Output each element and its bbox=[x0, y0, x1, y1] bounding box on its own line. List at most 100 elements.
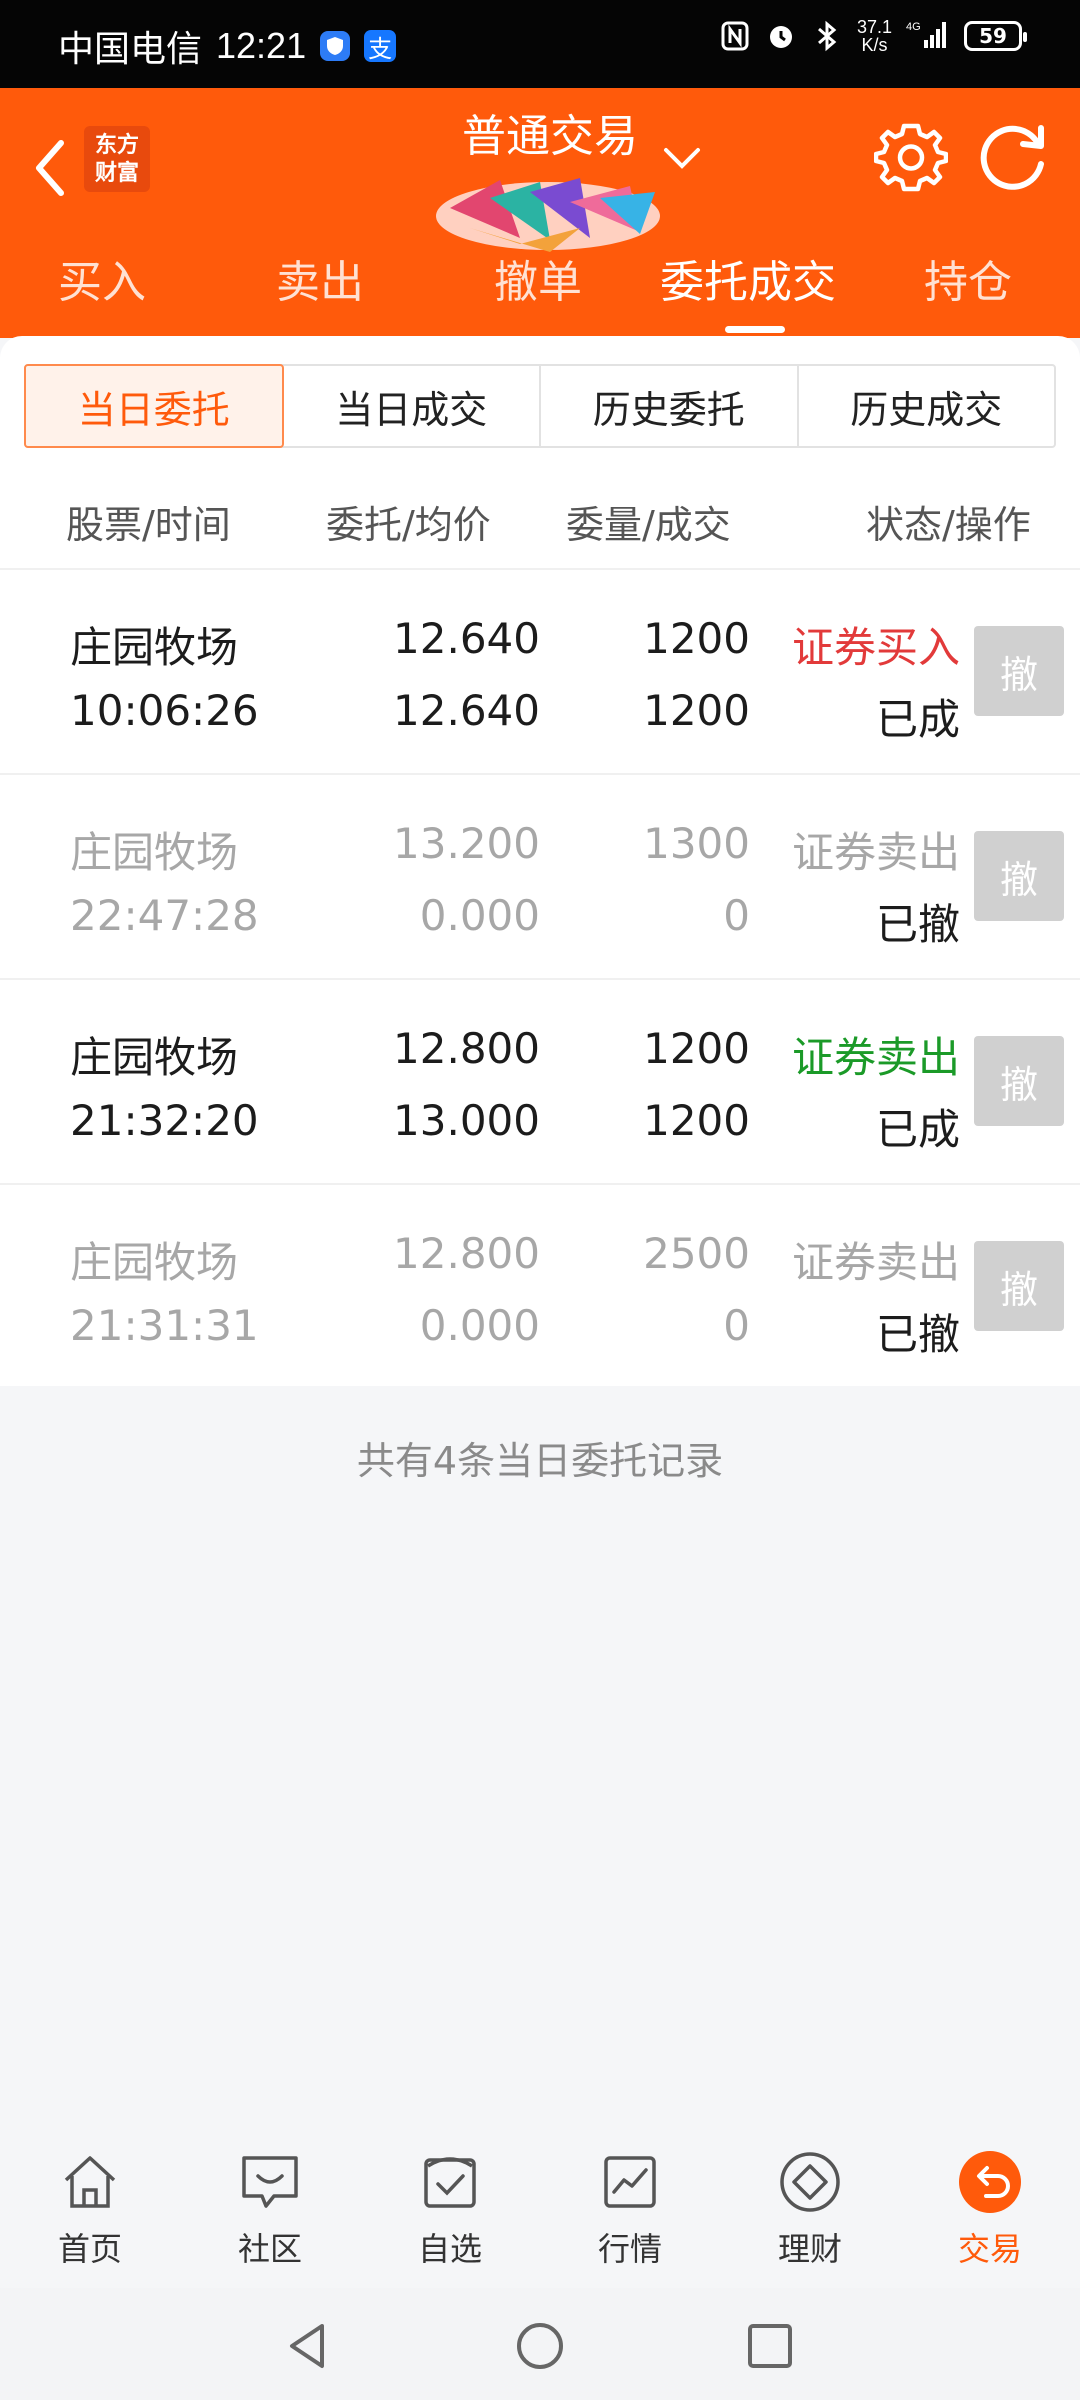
back-arrow-icon bbox=[36, 140, 64, 196]
avg-price: 0.000 bbox=[419, 1301, 540, 1350]
nav-community[interactable]: 社区 bbox=[200, 2150, 340, 2280]
tab-cancel[interactable]: 撤单 bbox=[494, 246, 582, 310]
order-side: 证券卖出 bbox=[791, 828, 960, 877]
order-row[interactable]: 庄园牧场 22:47:28 13.200 0.000 1300 0 证券卖出 已… bbox=[0, 775, 1080, 980]
cancel-order-button[interactable]: 撤 bbox=[974, 831, 1064, 921]
order-side: 证券卖出 bbox=[791, 1033, 960, 1082]
order-side: 证券卖出 bbox=[791, 1238, 960, 1287]
segment-history-orders[interactable]: 历史委托 bbox=[541, 366, 799, 446]
nav-label: 行情 bbox=[597, 2230, 662, 2268]
tab-positions[interactable]: 持仓 bbox=[924, 246, 1012, 310]
title-selector[interactable]: 普通交易 bbox=[430, 102, 670, 172]
avg-price: 12.640 bbox=[393, 686, 540, 735]
segment-control: 当日委托 当日成交 历史委托 历史成交 bbox=[24, 364, 1056, 448]
orders-panel: 当日委托 当日成交 历史委托 历史成交 股票/时间 委托/均价 委量/成交 状态… bbox=[0, 336, 1080, 1386]
svg-text:4G: 4G bbox=[906, 21, 921, 33]
bottom-nav: 首页 社区 自选 行情 理财 交易 bbox=[0, 2120, 1080, 2288]
order-count-summary: 共有4条当日委托记录 bbox=[356, 1439, 724, 1483]
active-tab-indicator bbox=[725, 326, 785, 333]
order-qty: 1200 bbox=[643, 614, 750, 663]
refresh-icon[interactable] bbox=[975, 120, 1053, 194]
nav-label: 社区 bbox=[237, 2230, 302, 2268]
alipay-icon: 支 bbox=[364, 30, 397, 63]
order-status: 已成 bbox=[875, 1105, 960, 1154]
tab-buy[interactable]: 买入 bbox=[58, 246, 146, 310]
order-time: 22:47:28 bbox=[70, 891, 259, 940]
order-time: 10:06:26 bbox=[70, 686, 259, 735]
order-qty: 2500 bbox=[643, 1229, 750, 1278]
order-qty: 1200 bbox=[643, 1024, 750, 1073]
order-row[interactable]: 庄园牧场 21:31:31 12.800 0.000 2500 0 证券卖出 已… bbox=[0, 1185, 1080, 1390]
order-row[interactable]: 庄园牧场 21:32:20 12.800 13.000 1200 1200 证券… bbox=[0, 980, 1080, 1185]
segment-history-trades[interactable]: 历史成交 bbox=[799, 366, 1055, 446]
shield-icon bbox=[320, 31, 351, 61]
segment-today-orders[interactable]: 当日委托 bbox=[24, 364, 284, 448]
home-circle-icon[interactable] bbox=[510, 2316, 570, 2376]
nav-label: 自选 bbox=[417, 2230, 482, 2268]
filled-qty: 0 bbox=[723, 891, 750, 940]
nav-watchlist[interactable]: 自选 bbox=[380, 2150, 520, 2280]
order-price: 12.800 bbox=[393, 1024, 540, 1073]
trade-icon bbox=[959, 2151, 1021, 2213]
col-qty-filled: 委量/成交 bbox=[566, 503, 731, 547]
avg-price: 0.000 bbox=[419, 891, 540, 940]
order-status: 已成 bbox=[875, 695, 960, 744]
order-status: 已撤 bbox=[875, 1310, 960, 1359]
order-row[interactable]: 庄园牧场 10:06:26 12.640 12.640 1200 1200 证券… bbox=[0, 570, 1080, 775]
nav-label: 交易 bbox=[957, 2230, 1022, 2268]
wealth-icon bbox=[780, 2152, 840, 2212]
col-status-action: 状态/操作 bbox=[866, 503, 1031, 547]
order-time: 21:31:31 bbox=[70, 1301, 259, 1350]
filled-qty: 1200 bbox=[643, 1096, 750, 1145]
avg-price: 13.000 bbox=[393, 1096, 540, 1145]
order-price: 12.640 bbox=[393, 614, 540, 663]
stock-name: 庄园牧场 bbox=[70, 828, 239, 877]
system-nav-bar bbox=[0, 2288, 1080, 2400]
column-headers: 股票/时间 委托/均价 委量/成交 状态/操作 bbox=[0, 486, 1080, 556]
eastmoney-logo: 东方 财富 bbox=[84, 126, 150, 192]
status-bar: 中国电信 12:21 支 37.1 K/s 4G 59 bbox=[0, 0, 1080, 88]
bluetooth-icon bbox=[811, 19, 843, 53]
community-icon bbox=[242, 2156, 298, 2208]
settings-gear-icon[interactable] bbox=[874, 120, 948, 194]
filled-qty: 0 bbox=[723, 1301, 750, 1350]
tab-orders[interactable]: 委托成交 bbox=[660, 246, 836, 310]
filled-qty: 1200 bbox=[643, 686, 750, 735]
carrier-label: 中国电信 bbox=[58, 28, 203, 69]
nav-label: 理财 bbox=[777, 2230, 842, 2268]
network-speed: 37.1 K/s bbox=[856, 17, 892, 55]
nav-label: 首页 bbox=[57, 2230, 122, 2268]
order-price: 12.800 bbox=[393, 1229, 540, 1278]
nav-wealth[interactable]: 理财 bbox=[740, 2150, 880, 2280]
home-icon bbox=[64, 2156, 116, 2208]
account-mask bbox=[436, 178, 660, 252]
nfc-icon bbox=[719, 19, 751, 53]
order-list: 庄园牧场 10:06:26 12.640 12.640 1200 1200 证券… bbox=[0, 570, 1080, 1390]
clock: 12:21 bbox=[216, 25, 307, 66]
chevron-down-icon[interactable] bbox=[660, 136, 704, 180]
segment-today-trades[interactable]: 当日成交 bbox=[284, 366, 541, 446]
cancel-order-button[interactable]: 撤 bbox=[974, 1036, 1064, 1126]
stock-name: 庄园牧场 bbox=[70, 1033, 239, 1082]
order-time: 21:32:20 bbox=[70, 1096, 259, 1145]
recents-square-icon[interactable] bbox=[740, 2316, 800, 2376]
back-triangle-icon[interactable] bbox=[278, 2316, 338, 2376]
cancel-order-button[interactable]: 撤 bbox=[974, 626, 1064, 716]
nav-trade[interactable]: 交易 bbox=[920, 2150, 1060, 2280]
nav-home[interactable]: 首页 bbox=[20, 2150, 160, 2280]
tab-sell[interactable]: 卖出 bbox=[276, 246, 364, 310]
back-button[interactable] bbox=[22, 128, 78, 208]
stock-name: 庄园牧场 bbox=[70, 623, 239, 672]
order-price: 13.200 bbox=[393, 819, 540, 868]
nav-market[interactable]: 行情 bbox=[560, 2150, 700, 2280]
cancel-order-button[interactable]: 撤 bbox=[974, 1241, 1064, 1331]
stock-name: 庄园牧场 bbox=[70, 1238, 239, 1287]
order-qty: 1300 bbox=[643, 819, 750, 868]
trade-tabs: 买入 卖出 撤单 委托成交 持仓 bbox=[0, 246, 1080, 336]
market-icon bbox=[604, 2156, 656, 2208]
watchlist-icon bbox=[424, 2157, 476, 2208]
col-price-avg: 委托/均价 bbox=[326, 503, 491, 547]
alarm-icon bbox=[765, 19, 797, 53]
page-title: 普通交易 bbox=[462, 111, 638, 162]
app-header: 东方 财富 普通交易 买入 卖出 撤单 委托成交 持仓 bbox=[0, 88, 1080, 338]
